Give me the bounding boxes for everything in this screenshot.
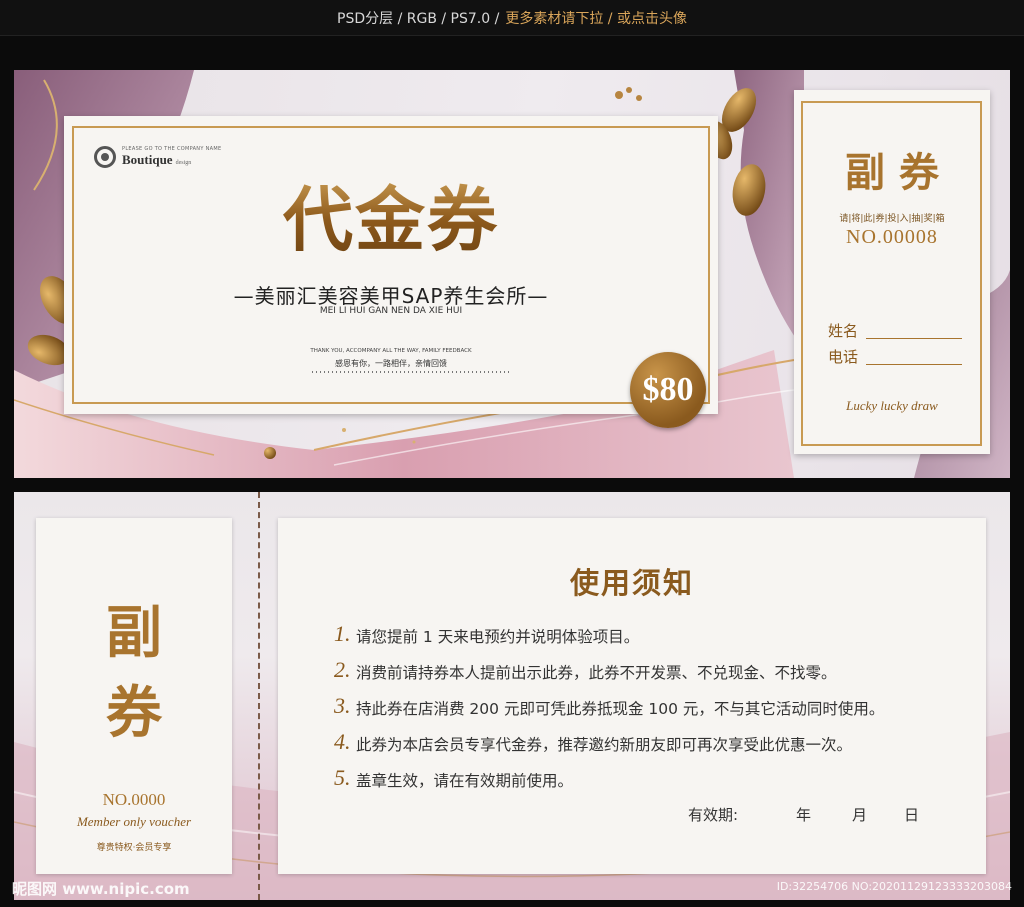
voucher-title: 代金券: [64, 164, 718, 265]
back-stub: 副 券 NO.0000 Member only voucher 尊贵特权·会员专…: [36, 518, 232, 874]
voucher-main-panel: PLEASE GO TO THE COMPANY NAME Boutique de…: [64, 116, 718, 414]
rules-list: 1. 请您提前 1 天来电预约并说明体验项目。 2. 消费前请持券本人提前出示此券，…: [334, 621, 885, 806]
member-voucher-cn: 尊贵特权·会员专享: [96, 843, 172, 853]
header-more-link[interactable]: 更多素材请下拉 / 或点击头像: [505, 8, 687, 28]
stub-number: NO.00008: [846, 226, 938, 248]
rule-item: 5. 盖章生效，请在有效期前使用。: [334, 765, 574, 791]
usage-notice: 使用须知 1. 请您提前 1 天来电预约并说明体验项目。 2. 消费前请持券本人提前…: [278, 518, 986, 874]
name-label: 姓名: [828, 322, 859, 340]
rule-item: 1. 请您提前 1 天来电预约并说明体验项目。: [334, 621, 640, 647]
stub-back-number: NO.0000: [102, 790, 166, 809]
voucher-back: 副 券 NO.0000 Member only voucher 尊贵特权·会员专…: [14, 492, 1010, 900]
notice-title: 使用须知: [569, 566, 694, 600]
stub-char-1: 副: [106, 600, 162, 666]
member-voucher-en: Member only voucher: [76, 814, 192, 829]
perforation-line: [258, 492, 260, 900]
dotted-divider: [312, 371, 512, 373]
rule-item: 2. 消费前请持券本人提前出示此券，此券不开发票、不兑现金、不找零。: [334, 657, 837, 683]
shop-name: —美丽汇美容美甲SAP养生会所—: [233, 284, 549, 308]
phone-label: 电话: [828, 348, 859, 366]
stub-title: 副券: [845, 149, 953, 196]
front-stub: 副券 请|将|此|券|投|入|抽|奖|箱 NO.00008 姓名 电话 Luck…: [794, 90, 990, 454]
rule-item: 3. 持此券在店消费 200 元即可凭此券抵现金 100 元，不与其它活动同时使用…: [334, 693, 885, 719]
phone-field[interactable]: 电话: [828, 346, 962, 367]
stub-char-2: 券: [106, 680, 162, 746]
name-field[interactable]: 姓名: [828, 320, 962, 341]
rule-item: 4. 此券为本店会员专享代金券，推荐邀约新朋友即可再次享受此优惠一次。: [334, 729, 853, 755]
header-bar: PSD分层 / RGB / PS7.0 / 更多素材请下拉 / 或点击头像: [0, 0, 1024, 36]
voucher-front: PLEASE GO TO THE COMPANY NAME Boutique de…: [14, 70, 1010, 478]
thanks-english: THANK YOU, ACCOMPANY ALL THE WAY, FAMILY…: [310, 348, 472, 354]
validity-year: 年: [796, 806, 812, 824]
shop-name-pinyin: MEI LI HUI GAN NEN DA XIE HUI: [319, 306, 463, 316]
watermark-left: 昵图网 www.nipic.com: [12, 880, 190, 898]
validity-label: 有效期:: [688, 806, 739, 824]
header-info: PSD分层 / RGB / PS7.0 /: [337, 10, 500, 27]
validity-month: 月: [852, 806, 868, 824]
lucky-draw-text: Lucky lucky draw: [846, 398, 938, 413]
watermark-right: ID:32254706 NO:20201129123333203084: [776, 880, 1012, 893]
validity-day: 日: [904, 806, 920, 824]
stub-instruction: 请|将|此|券|投|入|抽|奖|箱: [839, 214, 945, 224]
thanks-chinese: 感恩有你，一路相伴，亲情回馈: [335, 359, 447, 368]
name-line[interactable]: [866, 338, 962, 339]
price-badge: $80: [630, 352, 706, 428]
phone-line[interactable]: [866, 364, 962, 365]
